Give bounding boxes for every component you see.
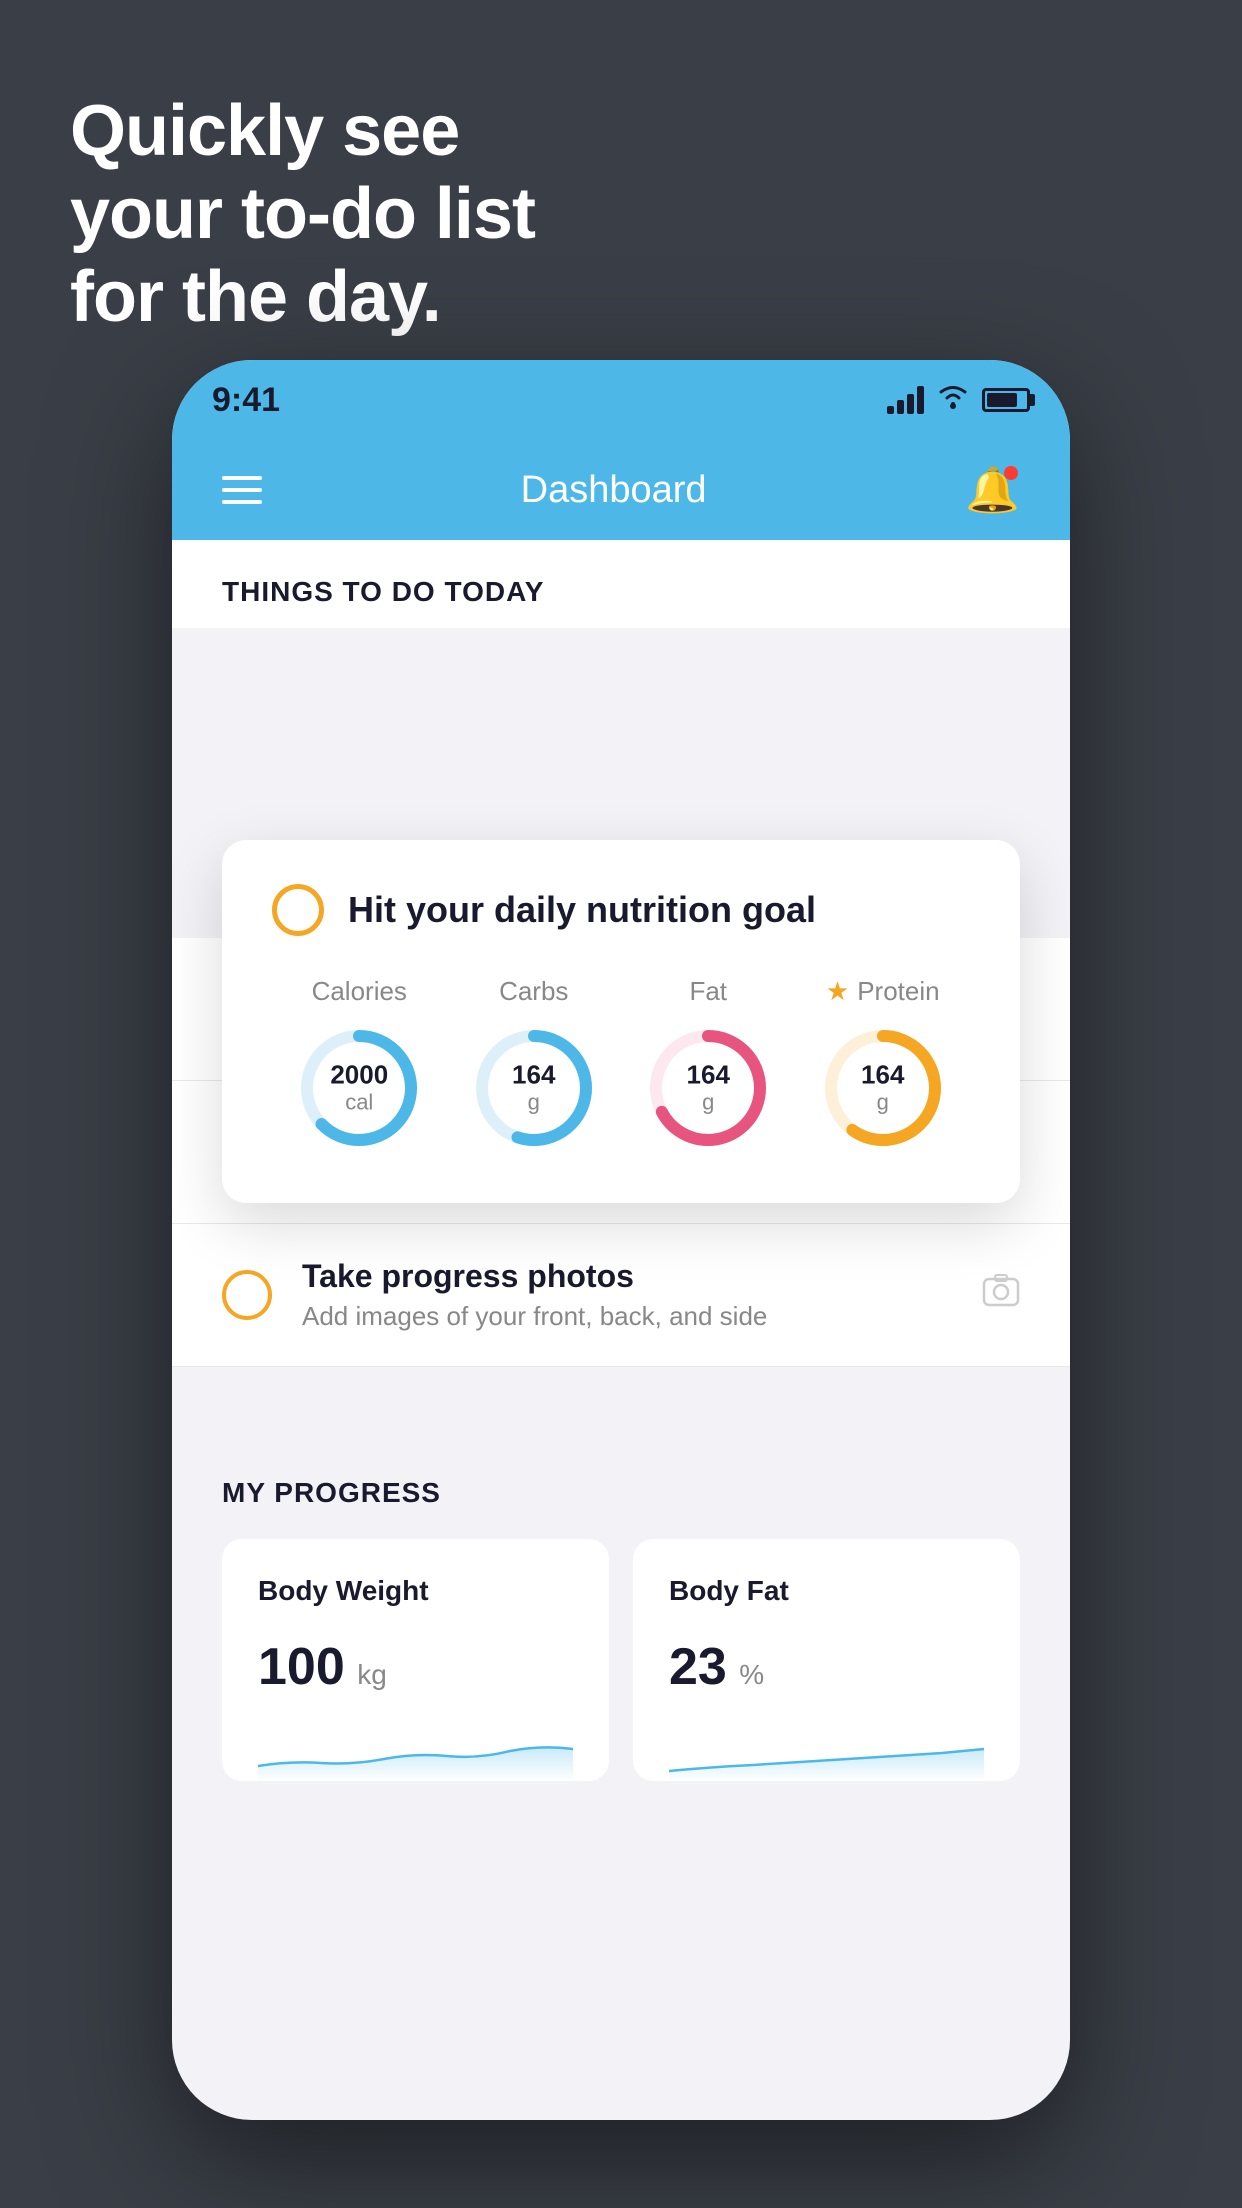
notification-badge bbox=[1004, 466, 1018, 480]
todo-subtitle-photos: Add images of your front, back, and side bbox=[302, 1301, 952, 1332]
calories-donut: 2000 cal bbox=[294, 1023, 424, 1153]
body-weight-unit: kg bbox=[357, 1659, 387, 1690]
body-fat-label: Body Fat bbox=[669, 1575, 984, 1607]
nutrition-title: Hit your daily nutrition goal bbox=[348, 889, 816, 931]
macro-fat-label: Fat bbox=[689, 976, 727, 1007]
macro-fat: Fat 164 g bbox=[643, 976, 773, 1153]
fat-unit: g bbox=[702, 1089, 714, 1114]
body-weight-row: 100 kg bbox=[258, 1637, 573, 1697]
todo-item-photos[interactable]: Take progress photos Add images of your … bbox=[172, 1224, 1070, 1367]
nutrition-macros: Calories 2000 cal Carbs bbox=[272, 976, 970, 1153]
protein-unit: g bbox=[877, 1089, 889, 1114]
nav-title: Dashboard bbox=[521, 469, 707, 512]
headline-line2: your to-do list bbox=[70, 174, 535, 254]
menu-button[interactable] bbox=[222, 476, 262, 504]
macro-calories-label: Calories bbox=[312, 976, 407, 1007]
protein-value: 164 bbox=[861, 1061, 904, 1090]
protein-donut: 164 g bbox=[818, 1023, 948, 1153]
headline-line1: Quickly see bbox=[70, 91, 459, 171]
notification-button[interactable]: 🔔 bbox=[965, 464, 1020, 516]
calories-value: 2000 bbox=[330, 1061, 388, 1090]
main-content: THINGS TO DO TODAY Hit your daily nutrit… bbox=[172, 540, 1070, 1811]
macro-carbs-label: Carbs bbox=[499, 976, 568, 1007]
body-fat-row: 23 % bbox=[669, 1637, 984, 1697]
body-weight-label: Body Weight bbox=[258, 1575, 573, 1607]
body-fat-card[interactable]: Body Fat 23 % bbox=[633, 1539, 1020, 1781]
macro-protein: ★ Protein 164 g bbox=[818, 976, 948, 1153]
macro-carbs: Carbs 164 g bbox=[469, 976, 599, 1153]
fat-value: 164 bbox=[687, 1061, 730, 1090]
todo-title-photos: Take progress photos bbox=[302, 1258, 952, 1295]
status-icons bbox=[887, 384, 1030, 417]
headline-line3: for the day. bbox=[70, 257, 441, 337]
body-weight-value: 100 bbox=[258, 1638, 345, 1696]
body-fat-unit: % bbox=[739, 1659, 764, 1690]
headline: Quickly see your to-do list for the day. bbox=[70, 90, 535, 338]
macro-protein-label: ★ Protein bbox=[826, 976, 940, 1007]
nutrition-card[interactable]: Hit your daily nutrition goal Calories 2… bbox=[222, 840, 1020, 1203]
body-fat-chart bbox=[669, 1721, 984, 1781]
calories-unit: cal bbox=[345, 1089, 373, 1114]
progress-section-title: MY PROGRESS bbox=[222, 1477, 1020, 1509]
star-icon: ★ bbox=[826, 976, 849, 1007]
nutrition-card-header: Hit your daily nutrition goal bbox=[272, 884, 970, 936]
fat-donut: 164 g bbox=[643, 1023, 773, 1153]
todo-text-photos: Take progress photos Add images of your … bbox=[302, 1258, 952, 1332]
photo-icon bbox=[982, 1273, 1020, 1318]
carbs-donut: 164 g bbox=[469, 1023, 599, 1153]
carbs-value: 164 bbox=[512, 1061, 555, 1090]
progress-section: MY PROGRESS Body Weight 100 kg bbox=[172, 1427, 1070, 1811]
todo-checkbox-photos[interactable] bbox=[222, 1270, 272, 1320]
macro-calories: Calories 2000 cal bbox=[294, 976, 424, 1153]
nav-bar: Dashboard 🔔 bbox=[172, 440, 1070, 540]
carbs-unit: g bbox=[528, 1089, 540, 1114]
status-bar: 9:41 bbox=[172, 360, 1070, 440]
status-time: 9:41 bbox=[212, 381, 280, 420]
wifi-icon bbox=[936, 384, 970, 417]
signal-icon bbox=[887, 386, 924, 414]
spacer bbox=[172, 1367, 1070, 1427]
phone-shell: 9:41 bbox=[172, 360, 1070, 2120]
things-section-header: THINGS TO DO TODAY bbox=[172, 540, 1070, 628]
body-fat-value: 23 bbox=[669, 1638, 727, 1696]
body-weight-chart bbox=[258, 1721, 573, 1781]
nutrition-checkbox[interactable] bbox=[272, 884, 324, 936]
battery-icon bbox=[982, 388, 1030, 412]
progress-cards: Body Weight 100 kg bbox=[222, 1539, 1020, 1781]
body-weight-card[interactable]: Body Weight 100 kg bbox=[222, 1539, 609, 1781]
